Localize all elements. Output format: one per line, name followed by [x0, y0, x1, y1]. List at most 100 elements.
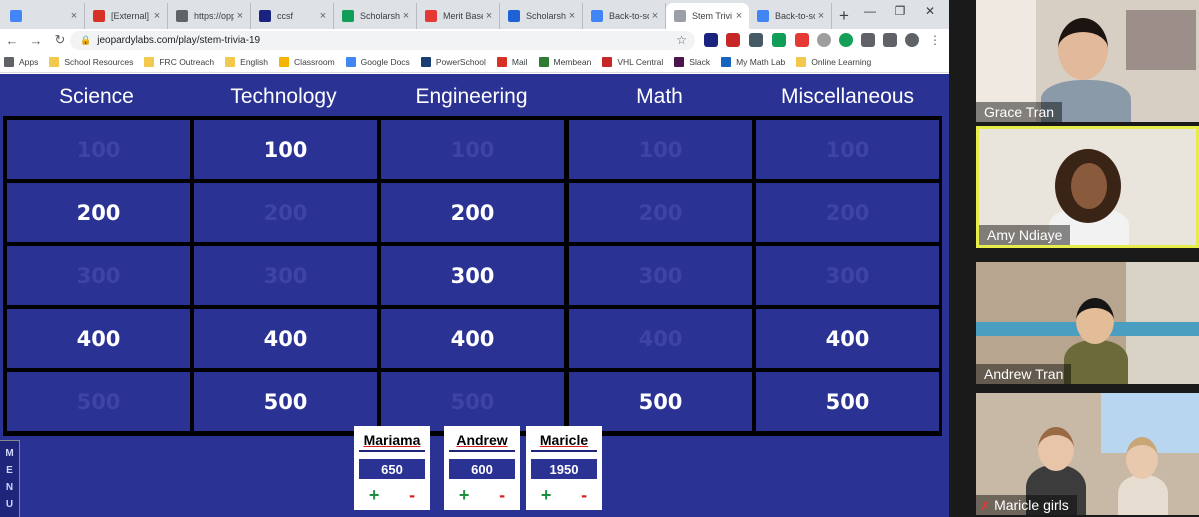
close-tab-icon[interactable]: × — [815, 10, 827, 22]
board-cell[interactable]: 100 — [194, 120, 377, 179]
puzzle-icon[interactable] — [883, 33, 897, 47]
screen: × [External] × https://opp × ccsf × Scholarshi… — [0, 0, 1199, 517]
bookmark-label: PowerSchool — [435, 56, 486, 67]
browser-tab[interactable]: Scholarshi × — [334, 3, 417, 29]
board-cell: 300 — [756, 246, 939, 305]
grammarly-icon[interactable] — [839, 33, 853, 47]
team-divider — [359, 450, 425, 452]
menu-button[interactable]: MENU — [0, 440, 20, 517]
extension-icon[interactable] — [772, 33, 786, 47]
bookmark-label: My Math Lab — [736, 56, 786, 67]
bookmark-label: Mail — [511, 56, 528, 67]
close-tab-icon[interactable]: × — [483, 10, 495, 22]
bookmark-label: Online Learning — [811, 56, 872, 67]
close-window-icon[interactable]: ✕ — [915, 4, 945, 18]
bookmark-item[interactable]: Google Docs — [345, 56, 410, 67]
back-icon[interactable]: ← — [0, 33, 24, 48]
browser-tab[interactable]: ccsf × — [251, 3, 334, 29]
add-points-button[interactable]: + — [541, 485, 552, 506]
scholarship-icon — [508, 10, 520, 22]
restore-icon[interactable]: ❐ — [885, 4, 915, 18]
close-tab-icon[interactable]: × — [649, 10, 661, 22]
board-cell[interactable]: 300 — [381, 246, 564, 305]
video-tile-andrew-tran[interactable]: Andrew Tran — [976, 262, 1199, 384]
reload-icon[interactable]: ↻ — [48, 32, 72, 48]
bookmark-icon — [345, 56, 356, 67]
board-cell[interactable]: 500 — [756, 372, 939, 431]
participant-name: Andrew Tran — [976, 364, 1072, 384]
close-tab-icon[interactable]: × — [733, 10, 745, 22]
bookmark-icon — [225, 56, 236, 67]
board-cell[interactable]: 400 — [194, 309, 377, 368]
add-points-button[interactable]: + — [369, 485, 380, 506]
board-cell[interactable]: 400 — [381, 309, 564, 368]
board-cell[interactable]: 200 — [381, 183, 564, 242]
board-cell[interactable]: 500 — [194, 372, 377, 431]
bookmark-item[interactable]: Membean — [538, 56, 591, 67]
browser-tab[interactable]: Merit Base × — [417, 3, 500, 29]
extension-icon[interactable] — [817, 33, 831, 47]
subtract-points-button[interactable]: - — [581, 485, 587, 506]
board-cell[interactable]: 400 — [756, 309, 939, 368]
shield-icon — [176, 10, 188, 22]
bookmark-item[interactable]: Mail — [496, 56, 528, 67]
bookmark-item[interactable]: School Resources — [49, 56, 133, 67]
bookmark-icon — [796, 56, 807, 67]
extension-icon[interactable] — [704, 33, 718, 47]
bookmark-item[interactable]: My Math Lab — [721, 56, 786, 67]
new-tab-button[interactable]: + — [832, 3, 856, 29]
address-bar[interactable]: 🔒 jeopardylabs.com/play/stem-trivia-19 ☆ — [70, 31, 695, 50]
extension-icon[interactable] — [861, 33, 875, 47]
bookmark-item[interactable]: VHL Central — [602, 56, 663, 67]
participant-face — [1126, 437, 1158, 479]
browser-tab[interactable]: [External] × — [85, 3, 168, 29]
video-tile-amy-ndiaye[interactable]: Amy Ndiaye — [976, 126, 1199, 248]
close-tab-icon[interactable]: × — [317, 10, 329, 22]
participant-face — [1076, 298, 1114, 344]
bookmark-item[interactable]: Apps — [4, 56, 38, 67]
board-cell: 300 — [7, 246, 190, 305]
subtract-points-button[interactable]: - — [409, 485, 415, 506]
bookmark-item[interactable]: Online Learning — [796, 56, 872, 67]
close-tab-icon[interactable]: × — [234, 10, 246, 22]
browser-tab[interactable]: https://opp × — [168, 3, 251, 29]
bookmark-item[interactable]: Classroom — [279, 56, 335, 67]
browser-window: × [External] × https://opp × ccsf × Scholarshi… — [0, 0, 949, 517]
add-points-button[interactable]: + — [459, 485, 470, 506]
tab-title: Stem Trivi — [692, 11, 733, 21]
close-tab-icon[interactable]: × — [68, 10, 80, 22]
board-cell[interactable]: 200 — [7, 183, 190, 242]
browser-tab[interactable]: Scholarshi × — [500, 3, 583, 29]
board-cell[interactable]: 500 — [569, 372, 752, 431]
bookmark-item[interactable]: PowerSchool — [420, 56, 486, 67]
board-cell[interactable]: 400 — [7, 309, 190, 368]
video-tile-grace-tran[interactable]: Grace Tran — [976, 0, 1199, 122]
subtract-points-button[interactable]: - — [499, 485, 505, 506]
close-tab-icon[interactable]: × — [151, 10, 163, 22]
team-card-maricle: Maricle 1950 + - — [526, 426, 602, 510]
profile-avatar[interactable] — [905, 33, 919, 47]
category-math: Math — [636, 85, 683, 108]
browser-tab[interactable]: Stem Trivi × — [666, 3, 749, 29]
minimize-icon[interactable]: — — [855, 4, 885, 18]
extension-icon[interactable] — [749, 33, 763, 47]
jeopardy-page: Science Technology Engineering Math Misc… — [0, 74, 949, 517]
bookmark-item[interactable]: FRC Outreach — [144, 56, 214, 67]
browser-tab[interactable]: Back-to-sc × — [749, 3, 832, 29]
background-decor — [1126, 10, 1196, 70]
browser-tab[interactable]: × — [2, 3, 85, 29]
kebab-menu-icon[interactable]: ⋮ — [928, 33, 942, 47]
browser-tab[interactable]: Back-to-sc × — [583, 3, 666, 29]
extension-icon[interactable] — [726, 33, 740, 47]
participant-name-bar: ✗ Maricle girls — [976, 495, 1077, 515]
close-tab-icon[interactable]: × — [400, 10, 412, 22]
bookmark-item[interactable]: Slack — [674, 56, 710, 67]
bookmark-icon — [538, 56, 549, 67]
board-cell: 400 — [569, 309, 752, 368]
extension-icon[interactable] — [795, 33, 809, 47]
bookmark-item[interactable]: English — [225, 56, 268, 67]
close-tab-icon[interactable]: × — [566, 10, 578, 22]
video-tile-maricle-girls[interactable]: ✗ Maricle girls — [976, 393, 1199, 515]
forward-icon[interactable]: → — [24, 33, 48, 48]
bookmark-star-icon[interactable]: ☆ — [676, 33, 687, 47]
